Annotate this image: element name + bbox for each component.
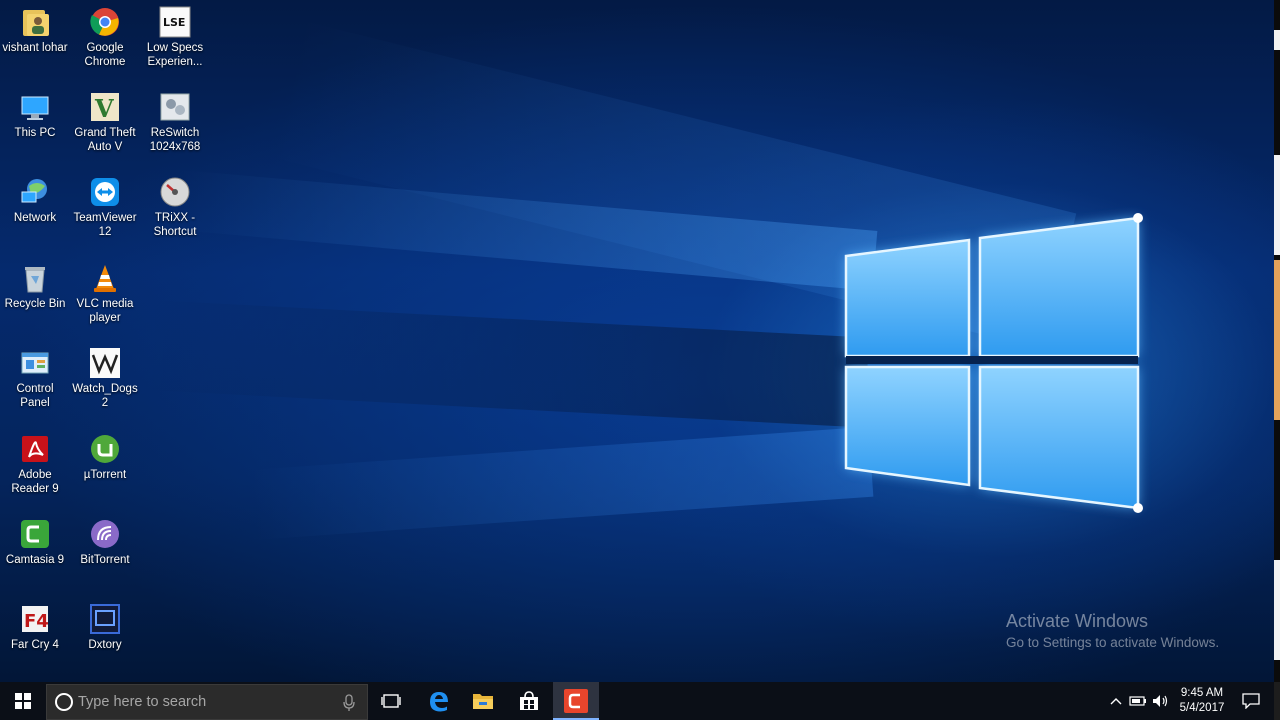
adobe-reader-icon (19, 433, 51, 465)
control-panel-icon (19, 347, 51, 379)
low-specs-icon: LSE (159, 6, 191, 38)
desktop-icon-gta-v[interactable]: V Grand Theft Auto V (70, 85, 140, 154)
desktop-icon-watch-dogs-2[interactable]: Watch_Dogs 2 (70, 341, 140, 410)
search-placeholder: Type here to search (78, 694, 207, 710)
desktop-icon-adobe-reader[interactable]: Adobe Reader 9 (0, 427, 70, 496)
file-explorer-button[interactable] (461, 682, 505, 720)
activate-windows-watermark: Activate Windows Go to Settings to activ… (1006, 611, 1219, 650)
store-icon (520, 691, 538, 710)
desktop-icon-teamviewer[interactable]: TeamViewer 12 (70, 170, 140, 239)
svg-text:LSE: LSE (163, 16, 185, 29)
svg-text:F4: F4 (24, 611, 49, 632)
desktop-icon-vlc[interactable]: VLC media player (70, 256, 140, 325)
dxtory-icon (89, 603, 121, 635)
desktop-icon-network[interactable]: Network (0, 170, 70, 225)
network-icon (19, 176, 51, 208)
camtasia-taskbar-button[interactable] (553, 682, 599, 720)
clock-date: 5/4/2017 (1179, 702, 1225, 714)
watch-dogs-icon (89, 347, 121, 379)
desktop-icon-google-chrome[interactable]: Google Chrome (70, 0, 140, 69)
edge-taskbar-button[interactable] (416, 682, 460, 720)
desktop-icon-utorrent[interactable]: µTorrent (70, 427, 140, 482)
desktop-icon-vishant-lohar[interactable]: vishant lohar (0, 0, 70, 55)
taskbar-search-box[interactable]: Type here to search (46, 684, 368, 720)
screen-edge (1274, 260, 1280, 420)
trixx-icon (159, 176, 191, 208)
utorrent-icon (89, 433, 121, 465)
windows-start-icon (15, 693, 31, 709)
show-desktop-button[interactable] (1274, 682, 1280, 720)
edge-icon (430, 692, 448, 712)
volume-tray-button[interactable] (1150, 682, 1172, 720)
desktop-icon-dxtory[interactable]: Dxtory (70, 597, 140, 652)
store-button[interactable] (507, 682, 551, 720)
desktop-icon-trixx[interactable]: TRiXX - Shortcut (140, 170, 210, 239)
vlc-icon (89, 262, 121, 294)
reswitch-icon (159, 91, 191, 123)
task-view-button[interactable] (370, 682, 412, 720)
desktop-wallpaper: vishant lohar This PC Network Recycle Bi… (0, 0, 1280, 682)
desktop-icon-bittorrent[interactable]: BitTorrent (70, 512, 140, 567)
chrome-icon (89, 6, 121, 38)
desktop-icon-control-panel[interactable]: Control Panel (0, 341, 70, 410)
this-pc-icon (19, 91, 51, 123)
camtasia-icon (564, 689, 588, 713)
desktop-icon-camtasia[interactable]: Camtasia 9 (0, 512, 70, 567)
action-center-button[interactable] (1236, 682, 1266, 720)
file-explorer-icon (473, 694, 493, 709)
cortana-icon (55, 693, 73, 711)
camtasia-icon (19, 518, 51, 550)
clock: 9:45 AM 5/4/2017 (1180, 686, 1225, 716)
speaker-icon (1153, 695, 1168, 707)
screen-edge (1274, 30, 1280, 50)
far-cry-icon: F4 (19, 603, 51, 635)
chevron-up-icon (1110, 698, 1122, 705)
power-tray-button[interactable] (1127, 682, 1149, 720)
activate-title: Activate Windows (1006, 611, 1149, 631)
desktop-icon-far-cry-4[interactable]: F4 Far Cry 4 (0, 597, 70, 652)
desktop-icon-reswitch[interactable]: ReSwitch 1024x768 (140, 85, 210, 154)
user-folder-icon (19, 6, 51, 38)
desktop-icon-recycle-bin[interactable]: Recycle Bin (0, 256, 70, 311)
activate-subtitle: Go to Settings to activate Windows. (1006, 635, 1220, 650)
start-button[interactable] (0, 682, 46, 720)
battery-plug-icon (1129, 696, 1146, 706)
task-view-icon (381, 694, 401, 708)
screen-edge (1274, 560, 1280, 660)
bittorrent-icon (89, 518, 121, 550)
microphone-icon[interactable] (343, 694, 355, 712)
svg-text:V: V (94, 94, 114, 123)
recycle-bin-icon (19, 262, 51, 294)
screen-edge (1274, 155, 1280, 255)
desktop-icon-low-specs[interactable]: LSE Low Specs Experien... (140, 0, 210, 69)
teamviewer-icon (89, 176, 121, 208)
clock-time: 9:45 AM (1180, 687, 1224, 699)
clock-button[interactable]: 9:45 AM 5/4/2017 (1174, 682, 1230, 720)
notification-icon (1242, 693, 1260, 709)
show-hidden-icons-button[interactable] (1106, 682, 1126, 720)
desktop-icon-this-pc[interactable]: This PC (0, 85, 70, 140)
gta-v-icon: V (89, 91, 121, 123)
